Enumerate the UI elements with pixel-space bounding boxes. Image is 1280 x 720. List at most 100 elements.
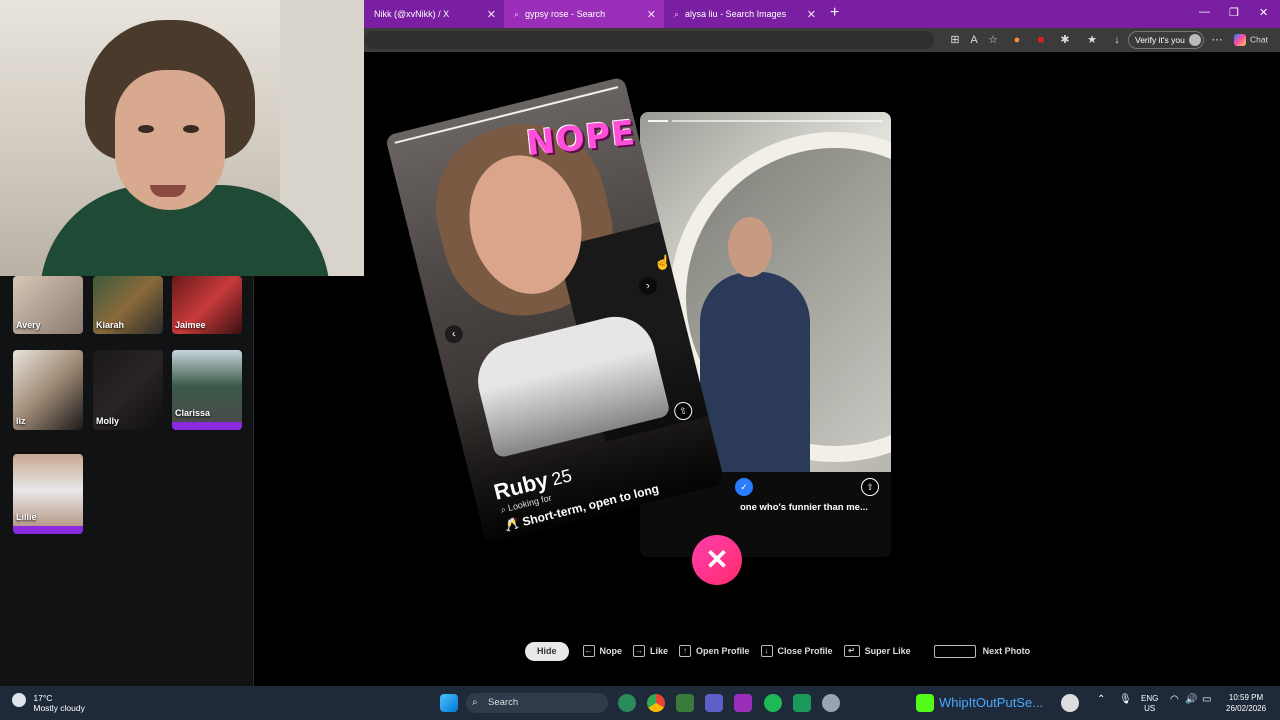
read-aloud-icon[interactable]: A (967, 33, 981, 47)
restore-icon[interactable]: ❐ (1229, 6, 1239, 19)
match-kiarah[interactable]: Kiarah (93, 276, 163, 334)
lang-top: ENG (1141, 694, 1159, 703)
hint-label: Next Photo (982, 646, 1031, 656)
copilot-icon (1234, 34, 1246, 46)
up-arrow-key-icon: ↑ (679, 645, 692, 657)
language-indicator[interactable]: ENG US (1141, 694, 1158, 714)
media-title[interactable]: WhipItOutPutSe... (939, 695, 1043, 710)
webcam-eye (138, 125, 154, 133)
wifi-icon[interactable]: ◠ (1170, 694, 1179, 705)
start-windows-icon[interactable] (440, 694, 458, 712)
matches-sidebar: Avery Kiarah Jaimee liz Molly Clarissa L… (0, 276, 254, 686)
tab-alysa-liu[interactable]: ⌕ alysa liu - Search Images ✕ (664, 0, 824, 28)
clock[interactable]: 10:59 PM 26/02/2026 (1226, 692, 1266, 714)
match-name: Avery (16, 320, 41, 330)
hide-hints-button[interactable]: Hide (525, 641, 569, 661)
match-name: Lillie (16, 512, 37, 522)
tab-title: gypsy rose - Search (525, 9, 606, 19)
hint-nope: ← Nope (582, 645, 622, 657)
lang-bottom: US (1144, 704, 1156, 713)
close-icon[interactable]: ✕ (647, 8, 656, 21)
match-avery[interactable]: Avery (13, 276, 83, 334)
notepad-icon[interactable] (676, 694, 694, 712)
copilot-chat-button[interactable]: Chat (1234, 34, 1268, 46)
nope-button[interactable]: ✕ (692, 535, 742, 585)
extensions-puzzle-icon[interactable]: ✱ (1058, 33, 1072, 47)
match-lillie[interactable]: Lillie (13, 454, 83, 534)
settings-gear-icon[interactable] (822, 694, 840, 712)
kick-icon[interactable] (916, 694, 934, 712)
edge-browser-icon[interactable] (618, 694, 636, 712)
extension-icon[interactable]: ■ (1034, 33, 1048, 47)
search-icon: ⌕ (514, 8, 520, 19)
match-name: Jaimee (175, 320, 206, 330)
microphone-icon[interactable]: 🎙 (1119, 694, 1132, 705)
bio-caption: one who's funnier than me... (740, 502, 868, 513)
close-icon[interactable]: ✕ (487, 8, 496, 21)
discord-icon[interactable] (1061, 694, 1079, 712)
tab-gypsy-rose[interactable]: ⌕ gypsy rose - Search ✕ (504, 0, 664, 28)
enter-key-icon: ↵ (843, 645, 860, 657)
avatar (1188, 34, 1201, 46)
match-molly[interactable]: Molly (93, 350, 163, 430)
close-window-icon[interactable]: ✕ (1259, 6, 1268, 19)
downloads-icon[interactable]: ↓ (1110, 33, 1124, 47)
favorites-icon[interactable]: ★ (1085, 33, 1099, 47)
battery-icon[interactable]: ▭ (1202, 694, 1211, 705)
hint-super-like: ↵ Super Like (843, 645, 911, 657)
shortcut-hint-bar: Hide ← Nope → Like ↑ Open Profile ↓ Close Pr… (525, 641, 1041, 661)
close-icon[interactable]: ✕ (807, 8, 816, 21)
extension-icon[interactable]: ● (1010, 33, 1024, 47)
vivaldi-icon[interactable] (734, 694, 752, 712)
mouse-cursor-icon: ☝ (654, 254, 672, 270)
hint-label: Close Profile (777, 646, 833, 656)
match-name: Kiarah (96, 320, 125, 330)
new-tab-icon[interactable]: + (830, 4, 839, 22)
webcam-eye (183, 125, 199, 133)
address-field[interactable] (364, 31, 934, 49)
photo-progress-segment (648, 120, 668, 122)
minimize-icon[interactable]: — (1199, 6, 1210, 18)
hint-label: Super Like (864, 646, 911, 656)
more-menu-icon[interactable]: ⋯ (1210, 33, 1224, 47)
verify-label: Verify it's you (1135, 35, 1185, 45)
hint-like: → Like (633, 645, 668, 657)
match-name: Molly (96, 416, 120, 426)
tab-x[interactable]: Nikk (@xvNikk) / X ✕ (364, 0, 504, 28)
weather-widget[interactable]: 17°C Mostly cloudy (12, 693, 85, 713)
hint-close-profile: ↓ Close Profile (760, 645, 833, 657)
app-icon[interactable] (793, 694, 811, 712)
tab-title: alysa liu - Search Images (685, 9, 787, 19)
right-arrow-key-icon: → (633, 645, 646, 657)
hint-next-photo: Next Photo (933, 644, 1031, 658)
match-name: Clarissa (175, 408, 211, 418)
photo-head (728, 217, 772, 277)
spotify-icon[interactable] (764, 694, 782, 712)
verify-profile-button[interactable]: Verify it's you (1128, 31, 1204, 49)
favorite-star-icon[interactable]: ☆ (986, 33, 1000, 47)
clock-time: 10:59 PM (1228, 693, 1264, 702)
hint-label: Like (650, 646, 669, 656)
app-install-icon[interactable]: ⊞ (948, 33, 962, 47)
open-profile-icon[interactable]: ⇧ (861, 478, 879, 496)
match-jaimee[interactable]: Jaimee (172, 276, 242, 334)
cloud-icon (12, 693, 26, 707)
chrome-icon[interactable] (647, 694, 665, 712)
search-icon: ⌕ (674, 8, 680, 19)
search-placeholder: Search (488, 697, 519, 708)
photo-progress-segment (672, 120, 883, 122)
chat-label: Chat (1250, 34, 1268, 45)
weather-desc: Mostly cloudy (33, 703, 85, 713)
match-clarissa[interactable]: Clarissa (172, 350, 242, 430)
clock-date: 26/02/2026 (1226, 704, 1267, 713)
webcam-overlay (0, 0, 364, 276)
search-icon: ⌕ (472, 697, 478, 708)
hint-open-profile: ↑ Open Profile (679, 645, 750, 657)
teams-icon[interactable] (705, 694, 723, 712)
taskbar-search[interactable]: ⌕ Search (466, 693, 608, 713)
match-liz[interactable]: liz (13, 350, 83, 430)
chevron-up-icon[interactable]: ⌃ (1097, 694, 1105, 705)
match-name: liz (16, 416, 26, 426)
volume-icon[interactable]: 🔊 (1185, 694, 1197, 705)
tab-title: Nikk (@xvNikk) / X (374, 9, 450, 19)
